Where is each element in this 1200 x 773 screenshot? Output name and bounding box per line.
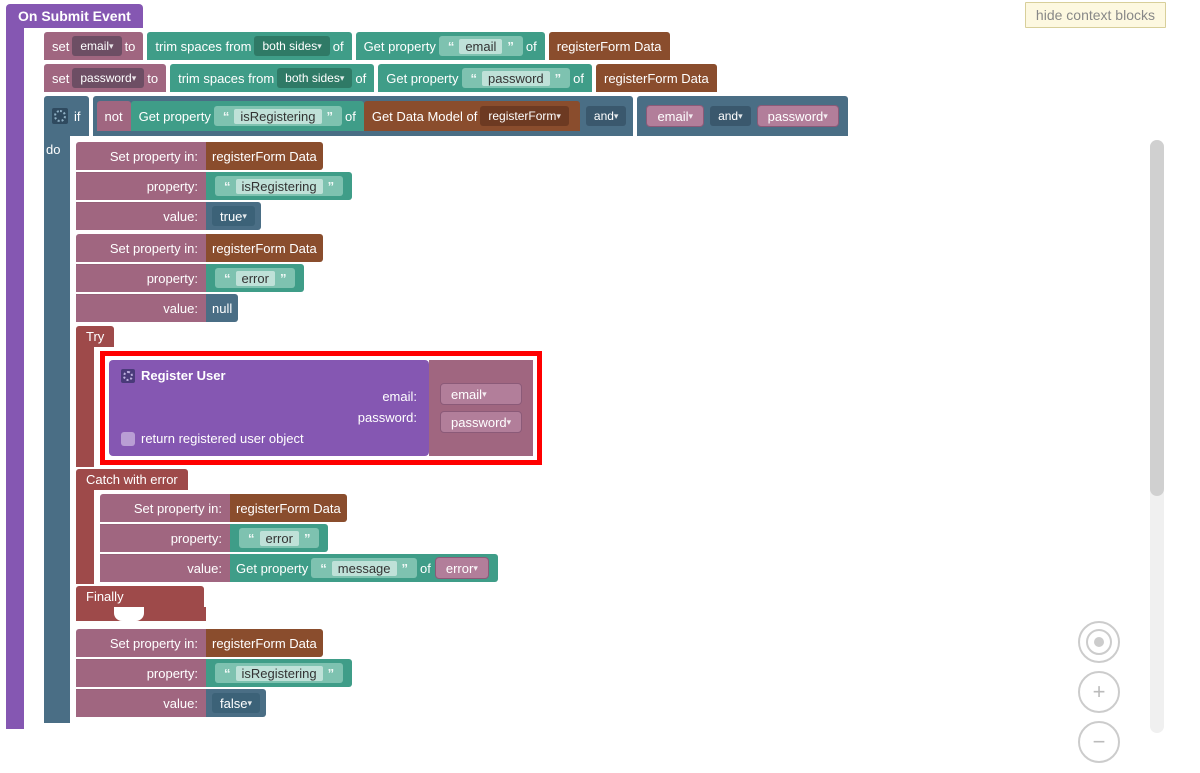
trim-label: trim spaces from: [178, 71, 274, 86]
get-data-model-label: Get Data Model of: [372, 109, 478, 124]
password-var-block[interactable]: password: [440, 411, 522, 433]
zoom-in-icon[interactable]: +: [1078, 671, 1120, 713]
email-param-label: email:: [121, 389, 417, 404]
and-dropdown[interactable]: and: [586, 106, 627, 126]
trim-sides-dropdown[interactable]: both sides: [254, 36, 329, 56]
get-property-label: Get property: [386, 71, 458, 86]
try-header[interactable]: Try: [76, 326, 114, 347]
to-keyword: to: [147, 71, 158, 86]
value-label: value:: [76, 202, 206, 230]
if-keyword: if: [74, 109, 81, 124]
prop-email-string[interactable]: “email”: [439, 36, 523, 56]
prop-isregistering-string[interactable]: “isRegistering”: [215, 176, 343, 196]
false-dropdown[interactable]: false: [212, 693, 260, 713]
var-password-dropdown[interactable]: password: [72, 68, 144, 88]
prop-password-string[interactable]: “password”: [462, 68, 571, 88]
gear-icon[interactable]: [121, 369, 135, 383]
to-keyword: to: [125, 39, 136, 54]
set-property-in-label: Set property in:: [100, 494, 230, 522]
property-label: property:: [76, 264, 206, 292]
prop-error-string[interactable]: “error”: [239, 528, 319, 548]
of-label: of: [420, 561, 431, 576]
do-label: do: [46, 142, 60, 157]
set-property-block[interactable]: Set property in: registerForm Data prope…: [100, 494, 498, 582]
registerform-data-block[interactable]: registerForm Data: [206, 142, 323, 170]
error-var-block[interactable]: error: [435, 557, 489, 579]
scrollbar-thumb[interactable]: [1150, 140, 1164, 496]
prop-message-string[interactable]: “message”: [311, 558, 417, 578]
property-label: property:: [76, 659, 206, 687]
get-property-label: Get property: [364, 39, 436, 54]
hide-context-button[interactable]: hide context blocks: [1025, 2, 1166, 28]
not-keyword: not: [105, 109, 123, 124]
get-property-label: Get property: [139, 109, 211, 124]
catch-header[interactable]: Catch with error: [76, 469, 188, 490]
zoom-out-icon[interactable]: −: [1078, 721, 1120, 763]
of-label: of: [333, 39, 344, 54]
value-label: value:: [76, 294, 206, 322]
of2-label: of: [526, 39, 537, 54]
registerform-data-block[interactable]: registerForm Data: [549, 32, 670, 60]
set-property-block[interactable]: Set property in: registerForm Data prope…: [76, 142, 352, 230]
return-label: return registered user object: [141, 431, 304, 446]
model-dropdown[interactable]: registerForm: [480, 106, 569, 126]
if-condition-row[interactable]: if not Get property “isRegistering” of G…: [44, 96, 1170, 136]
value-label: value:: [100, 554, 230, 582]
finally-header[interactable]: Finally: [76, 586, 204, 607]
of-label: of: [345, 109, 356, 124]
trim-sides-dropdown[interactable]: both sides: [277, 68, 352, 88]
set-keyword: set: [52, 71, 69, 86]
password-param-label: password:: [121, 410, 417, 425]
empty-slot[interactable]: [114, 607, 144, 621]
email-var-block[interactable]: email: [646, 105, 704, 127]
set-email-row[interactable]: set email to trim spaces from both sides…: [44, 32, 1170, 60]
set-property-block[interactable]: Set property in: registerForm Data prope…: [76, 234, 323, 322]
zoom-controls: + −: [1078, 621, 1120, 763]
prop-error-string[interactable]: “error”: [215, 268, 295, 288]
null-value[interactable]: null: [206, 294, 238, 322]
prop-isregistering-string[interactable]: “isRegistering”: [214, 106, 342, 126]
register-user-block[interactable]: Register User email: password:: [109, 360, 429, 456]
registerform-data-block[interactable]: registerForm Data: [206, 629, 323, 657]
email-var-block[interactable]: email: [440, 383, 522, 405]
return-checkbox[interactable]: [121, 432, 135, 446]
set-property-in-label: Set property in:: [76, 629, 206, 657]
set-property-in-label: Set property in:: [76, 142, 206, 170]
blockly-workspace[interactable]: hide context blocks On Submit Event set …: [0, 0, 1170, 773]
registerform-data-block[interactable]: registerForm Data: [230, 494, 347, 522]
get-property-label: Get property: [236, 561, 308, 576]
gear-icon[interactable]: [52, 108, 68, 124]
password-var-block[interactable]: password: [757, 105, 839, 127]
registerform-data-block[interactable]: registerForm Data: [206, 234, 323, 262]
prop-isregistering-string[interactable]: “isRegistering”: [215, 663, 343, 683]
property-label: property:: [76, 172, 206, 200]
set-property-block[interactable]: Set property in: registerForm Data prope…: [76, 629, 352, 717]
register-user-title: Register User: [141, 368, 226, 383]
registerform-data-block[interactable]: registerForm Data: [596, 64, 717, 92]
vertical-scrollbar[interactable]: [1150, 140, 1164, 733]
set-password-row[interactable]: set password to trim spaces from both si…: [44, 64, 1170, 92]
center-icon[interactable]: [1078, 621, 1120, 663]
property-label: property:: [100, 524, 230, 552]
of2-label: of: [573, 71, 584, 86]
var-email-dropdown[interactable]: email: [72, 36, 121, 56]
and-dropdown[interactable]: and: [710, 106, 751, 126]
event-header-block[interactable]: On Submit Event: [6, 4, 143, 28]
set-keyword: set: [52, 39, 69, 54]
trim-label: trim spaces from: [155, 39, 251, 54]
set-property-in-label: Set property in:: [76, 234, 206, 262]
true-dropdown[interactable]: true: [212, 206, 255, 226]
of-label: of: [355, 71, 366, 86]
highlight-rectangle: Register User email: password:: [100, 351, 542, 465]
value-label: value:: [76, 689, 206, 717]
